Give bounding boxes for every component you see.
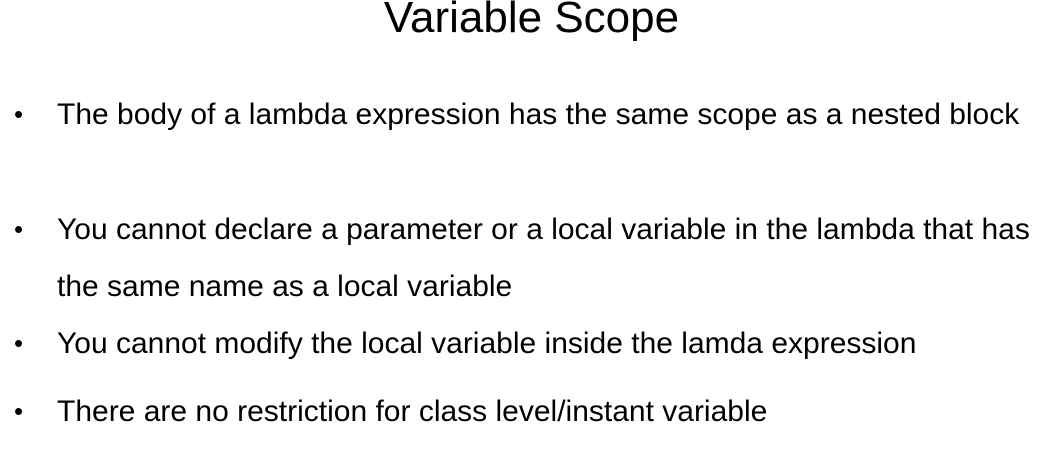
slide: Variable Scope • The body of a lambda ex…	[0, 0, 1063, 466]
bullet-text: The body of a lambda expression has the …	[57, 98, 1020, 131]
bullet-dot-icon: •	[14, 214, 24, 244]
bullet-list: • The body of a lambda expression has th…	[0, 0, 1063, 466]
bullet-dot-icon: •	[14, 328, 24, 358]
bullet-text: You cannot modify the local variable ins…	[57, 327, 917, 360]
bullet-dot-icon: •	[14, 99, 24, 129]
bullet-dot-icon: •	[14, 396, 24, 426]
bullet-text: There are no restriction for class level…	[57, 395, 768, 428]
bullet-text: You cannot declare a parameter or a loca…	[57, 213, 1030, 303]
